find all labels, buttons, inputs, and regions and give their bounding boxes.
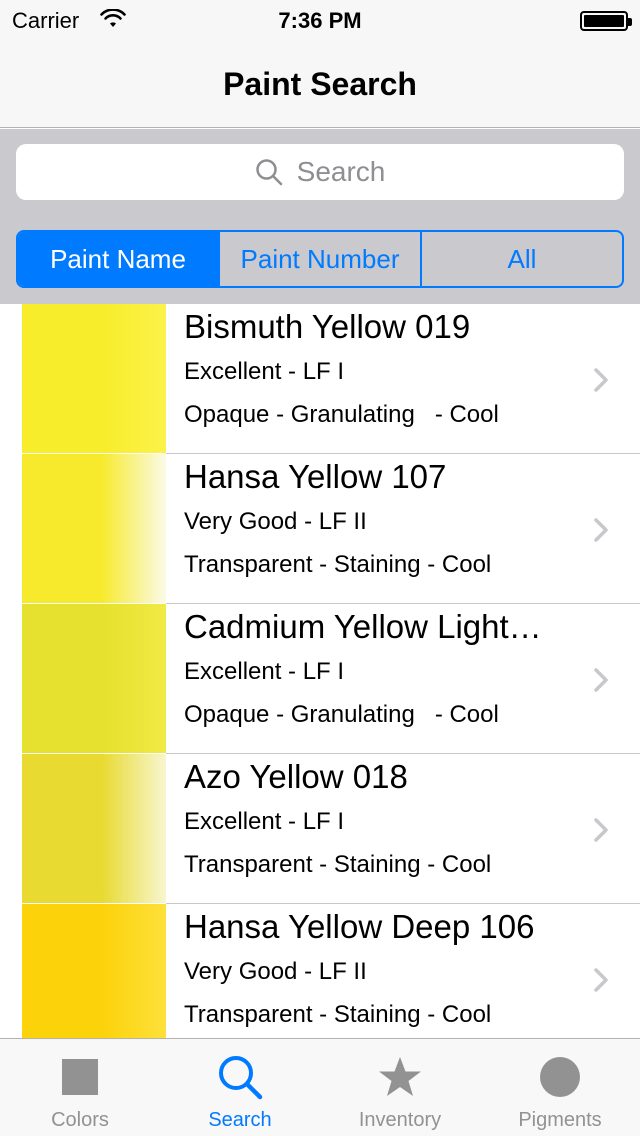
paint-properties: Transparent - Staining - Cool: [184, 851, 492, 878]
paint-name: Cadmium Yellow Light…: [184, 608, 542, 645]
paint-properties: Transparent - Staining - Cool: [184, 1001, 492, 1028]
paint-lightfastness: Very Good - LF II: [184, 508, 367, 535]
paint-name: Hansa Yellow 107: [184, 458, 447, 495]
paint-swatch: [22, 454, 166, 603]
tab-search[interactable]: Search: [160, 1039, 320, 1136]
status-bar: Carrier 7:36 PM: [0, 0, 640, 40]
search-area: Search Paint Name Paint Number All: [0, 129, 640, 304]
paint-lightfastness: Excellent - LF I: [184, 808, 345, 835]
star-icon: [379, 1057, 421, 1096]
paint-name: Hansa Yellow Deep 106: [184, 908, 535, 945]
tab-bar: Colors Search Inventory Pigments: [0, 1038, 640, 1136]
tab-label: Pigments: [518, 1109, 602, 1131]
paint-lightfastness: Excellent - LF I: [184, 358, 345, 385]
tab-pigments[interactable]: Pigments: [480, 1039, 640, 1136]
list-item[interactable]: Hansa Yellow 107 Very Good - LF II Trans…: [0, 454, 640, 604]
chevron-right-icon: [594, 368, 608, 392]
tab-inventory[interactable]: Inventory: [320, 1039, 480, 1136]
battery-icon: [580, 11, 632, 31]
paint-name: Bismuth Yellow 019: [184, 308, 471, 345]
paint-lightfastness: Excellent - LF I: [184, 658, 345, 685]
list-item[interactable]: Cadmium Yellow Light… Excellent - LF I O…: [0, 604, 640, 754]
segment-paint-number[interactable]: Paint Number: [220, 232, 422, 286]
segment-all[interactable]: All: [422, 232, 622, 286]
tab-label: Inventory: [358, 1109, 442, 1131]
circle-icon: [540, 1057, 580, 1097]
chevron-right-icon: [594, 668, 608, 692]
paint-swatch: [22, 904, 166, 1040]
paint-lightfastness: Very Good - LF II: [184, 958, 367, 985]
tab-colors[interactable]: Colors: [0, 1039, 160, 1136]
search-icon: [219, 1056, 263, 1100]
chevron-right-icon: [594, 518, 608, 542]
magnifier-icon: [255, 159, 282, 186]
paint-name: Azo Yellow 018: [184, 758, 408, 795]
paint-properties: Transparent - Staining - Cool: [184, 551, 492, 578]
search-input[interactable]: Search: [16, 144, 624, 200]
chevron-right-icon: [594, 818, 608, 842]
paint-properties: Opaque - Granulating - Cool: [184, 401, 499, 428]
chevron-right-icon: [594, 968, 608, 992]
paint-swatch: [22, 304, 166, 453]
paint-properties: Opaque - Granulating - Cool: [184, 701, 499, 728]
tab-label: Search: [208, 1109, 272, 1131]
search-placeholder: Search: [296, 156, 386, 187]
list-item[interactable]: Bismuth Yellow 019 Excellent - LF I Opaq…: [0, 304, 640, 454]
paint-swatch: [22, 754, 166, 903]
paint-list: Bismuth Yellow 019 Excellent - LF I Opaq…: [0, 304, 640, 1040]
search-scope-control: Paint Name Paint Number All: [16, 230, 624, 288]
square-icon: [62, 1059, 98, 1095]
navigation-bar: Paint Search: [0, 40, 640, 128]
segment-paint-name[interactable]: Paint Name: [18, 232, 220, 286]
tab-label: Colors: [51, 1109, 109, 1131]
paint-swatch: [22, 604, 166, 753]
list-item[interactable]: Azo Yellow 018 Excellent - LF I Transpar…: [0, 754, 640, 904]
status-time: 7:36 PM: [278, 8, 362, 33]
page-title: Paint Search: [223, 66, 417, 102]
list-item[interactable]: Hansa Yellow Deep 106 Very Good - LF II …: [0, 904, 640, 1040]
